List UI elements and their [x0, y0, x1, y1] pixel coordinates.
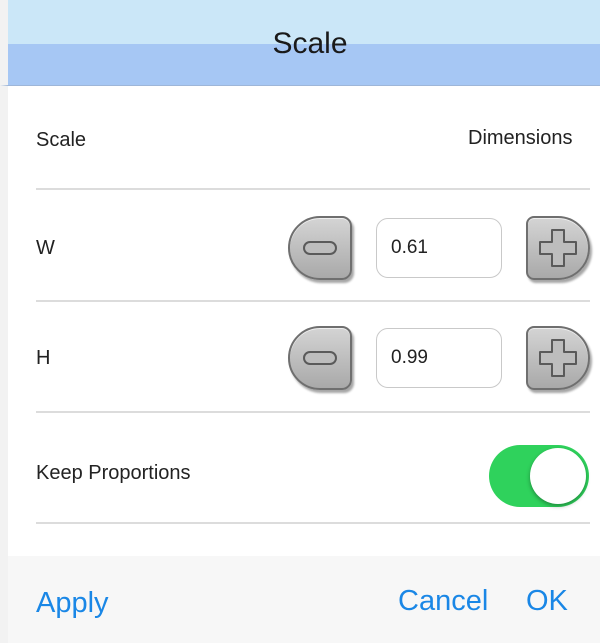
ok-button[interactable]: OK [526, 584, 568, 618]
plus-icon [539, 339, 577, 377]
footer-bar: Apply Cancel OK [8, 556, 600, 643]
keep-proportions-label: Keep Proportions [36, 462, 191, 484]
left-edge [0, 86, 8, 643]
minus-icon [303, 351, 337, 365]
toggle-knob [530, 448, 586, 504]
height-value-field[interactable]: 0.99 [376, 328, 502, 388]
width-increment-button[interactable] [526, 216, 590, 280]
section-label: Scale [36, 129, 87, 151]
dimensions-mode-label[interactable]: Dimensions [468, 126, 572, 150]
height-decrement-button[interactable] [288, 326, 352, 390]
keep-proportions-toggle[interactable] [489, 445, 589, 507]
divider [36, 300, 590, 302]
height-label: H [36, 347, 51, 369]
dialog-title: Scale [272, 27, 348, 60]
width-value-field[interactable]: 0.61 [376, 218, 502, 278]
plus-icon [539, 229, 577, 267]
height-increment-button[interactable] [526, 326, 590, 390]
width-decrement-button[interactable] [288, 216, 352, 280]
divider [36, 522, 590, 524]
cancel-button[interactable]: Cancel [398, 584, 488, 618]
width-label: W [36, 237, 55, 259]
divider [36, 188, 590, 190]
apply-button[interactable]: Apply [36, 586, 109, 620]
title-bar: Scale [0, 0, 600, 86]
divider [36, 411, 590, 413]
minus-icon [303, 241, 337, 255]
